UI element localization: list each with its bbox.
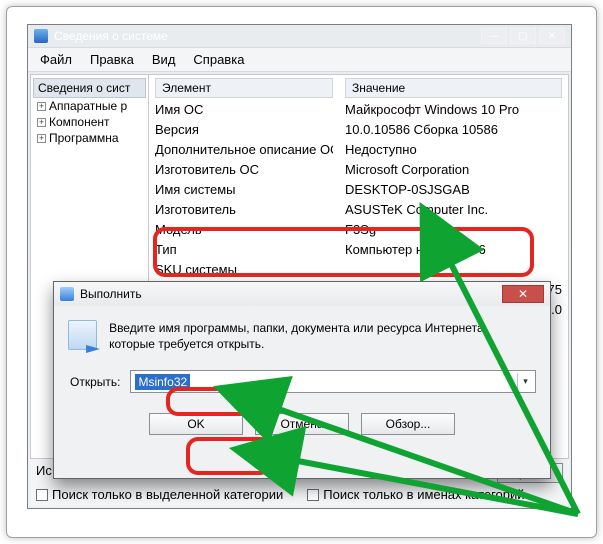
menu-file[interactable]: Файл (32, 50, 80, 69)
row-value: ASUSTeK Computer Inc. (345, 200, 562, 220)
row-label: Имя ОС (155, 100, 333, 120)
tree-item-hardware[interactable]: +Аппаратные р (33, 98, 146, 114)
menu-help[interactable]: Справка (185, 50, 252, 69)
minimize-button[interactable]: — (481, 28, 507, 44)
row-value: Недоступно (345, 140, 562, 160)
row-value: 10.0.10586 Сборка 10586 (345, 120, 562, 140)
column-header-value[interactable]: Значение (345, 78, 562, 98)
menu-bar: Файл Правка Вид Справка (28, 47, 571, 72)
row-value (345, 260, 562, 280)
row-label: Тип (155, 240, 333, 260)
search-label: Ис (36, 463, 52, 483)
run-app-icon (60, 287, 74, 301)
run-message: Введите имя программы, папки, документа … (109, 320, 536, 352)
checkbox-category-names[interactable]: Поиск только в именах категорий (307, 487, 524, 502)
row-label: Версия (155, 120, 333, 140)
sysinfo-app-icon (34, 29, 48, 43)
tree-item-software[interactable]: +Программна (33, 130, 146, 146)
row-label: Модель (155, 220, 333, 240)
menu-view[interactable]: Вид (144, 50, 184, 69)
row-value: DESKTOP-0SJSGAB (345, 180, 562, 200)
row-label: SKU системы (155, 260, 333, 280)
run-open-value: Msinfo32 (135, 374, 190, 390)
cancel-button[interactable]: Отмена (255, 413, 349, 435)
run-open-label: Открыть: (68, 375, 120, 389)
run-titlebar: Выполнить ✕ (54, 282, 550, 306)
checkbox-selected-category[interactable]: Поиск только в выделенной категории (36, 487, 283, 502)
tree-item-components[interactable]: +Компонент (33, 114, 146, 130)
checkbox-box (36, 489, 48, 501)
tree-root[interactable]: Сведения о сист (33, 78, 146, 98)
run-dialog: Выполнить ✕ Введите имя программы, папки… (53, 281, 551, 479)
row-value: Microsoft Corporation (345, 160, 562, 180)
close-window-button[interactable]: ✕ (539, 28, 565, 44)
row-label: Изготовитель ОС (155, 160, 333, 180)
menu-edit[interactable]: Правка (82, 50, 142, 69)
run-open-input[interactable]: Msinfo32 ▾ (130, 370, 536, 393)
sysinfo-titlebar: Сведения о системе — ▢ ✕ (28, 25, 571, 47)
run-hero-icon (68, 320, 97, 350)
checkbox-box (307, 489, 319, 501)
expand-icon[interactable]: + (37, 102, 46, 111)
maximize-button[interactable]: ▢ (510, 28, 536, 44)
row-value: F3Sg (345, 220, 562, 240)
column-header-element[interactable]: Элемент (155, 78, 333, 98)
sysinfo-title-text: Сведения о системе (54, 29, 168, 43)
chevron-down-icon[interactable]: ▾ (517, 373, 533, 390)
ok-button[interactable]: OK (149, 413, 243, 435)
expand-icon[interactable]: + (37, 134, 46, 143)
row-label: Имя системы (155, 180, 333, 200)
row-label: Изготовитель (155, 200, 333, 220)
row-value: Компьютер на базе x86 (345, 240, 562, 260)
row-label: Дополнительное описание ОС (155, 140, 333, 160)
row-value: Майкрософт Windows 10 Pro (345, 100, 562, 120)
browse-button[interactable]: Обзор... (361, 413, 455, 435)
expand-icon[interactable]: + (37, 118, 46, 127)
run-title-text: Выполнить (80, 287, 142, 301)
run-close-button[interactable]: ✕ (502, 285, 544, 303)
